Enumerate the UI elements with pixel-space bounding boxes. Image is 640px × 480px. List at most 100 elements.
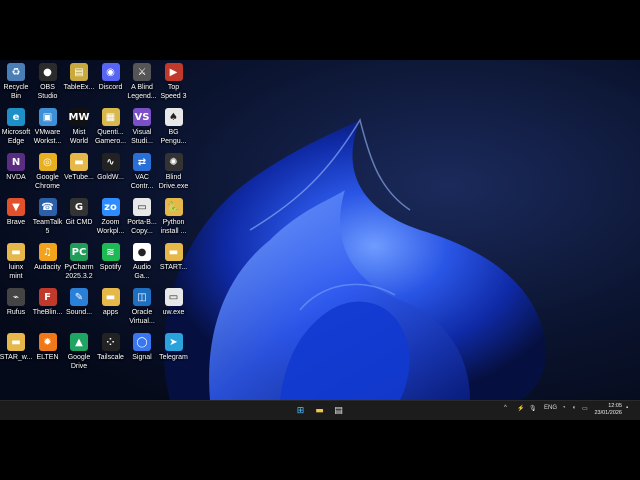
desktop-icon-label: Porta-B... Copy... (127, 219, 157, 235)
desktop-icon-brave[interactable]: ▼ Brave (0, 198, 33, 227)
desktop-icon-quentin[interactable]: ▦ Quenti... Gamero... (94, 108, 128, 146)
desktop-icon-elten[interactable]: ✹ ELTEN (31, 333, 65, 362)
desktop-icon-sound[interactable]: ✎ Sound... (62, 288, 96, 317)
desktop-icon-zoom[interactable]: zo Zoom Workpl... (94, 198, 128, 236)
desktop-icon-recycle-bin[interactable]: ♻ Recycle Bin (0, 63, 33, 101)
desktop-icon-label: Blind Drive.exe (158, 174, 189, 190)
desktop-icon-spotify[interactable]: ≋ Spotify (94, 243, 128, 272)
desktop-icon-label: Recycle Bin (3, 84, 29, 100)
desktop-icon-discord[interactable]: ◉ Discord (94, 63, 128, 92)
desktop-icon-teamtalk[interactable]: ☎ TeamTalk 5 (31, 198, 65, 236)
taskbar-clock[interactable]: 12:05 23/01/2026 (594, 403, 622, 417)
desktop-icon-git-cmd[interactable]: G Git CMD (62, 198, 96, 227)
desktop-icon-signal[interactable]: ◯ Signal (125, 333, 159, 362)
porta-bot-icon: ▭ (133, 198, 151, 216)
desktop-icon-linux-mint-folder[interactable]: ▬ luinx mint (0, 243, 33, 281)
desktop-icon-vmware[interactable]: ▣ VMware Workst... (31, 108, 65, 146)
desktop-icon-top-speed[interactable]: ▶ Top Speed 3 (157, 63, 191, 101)
vetube-folder-icon: ▬ (70, 153, 88, 171)
elten-icon: ✹ (38, 333, 57, 351)
desktop-screen: ♻ Recycle Bin ● OBS Studio ▤ TableEx... ◉ Disco… (0, 60, 640, 420)
desktop-icon-a-blind-legend[interactable]: ⚔ A Blind Legend... (125, 63, 159, 101)
desktop-icon-label: Visual Studi... (131, 129, 153, 145)
desktop-icon-tableex[interactable]: ▤ TableEx... (62, 63, 96, 92)
language-indicator[interactable]: ENG (544, 405, 557, 411)
nvda-icon: N (7, 153, 25, 171)
desktop-icon-start-folder[interactable]: ▬ START... (157, 243, 191, 272)
tray-app-icon[interactable]: ⚡ (517, 405, 524, 412)
desktop-icon-virtualbox[interactable]: ◫ Oracle Virtual... (125, 288, 159, 326)
desktop-icon-tailscale[interactable]: ⁘ Tailscale (94, 333, 128, 362)
file-explorer-button[interactable]: ▬ (313, 404, 326, 417)
desktop-icon-mist-world[interactable]: MW Mist World (62, 108, 96, 146)
start-folder-icon: ▬ (164, 243, 183, 261)
pinned-app-button[interactable]: ▤ (332, 404, 345, 417)
star-folder-icon: ▬ (7, 333, 25, 351)
desktop-icon-obs[interactable]: ● OBS Studio (31, 63, 65, 101)
linux-mint-folder-icon: ▬ (7, 243, 25, 261)
desktop-icon-visual-studio[interactable]: VS Visual Studi... (125, 108, 159, 146)
desktop-icon-vetube-folder[interactable]: ▬ VeTube... (62, 153, 96, 182)
desktop-icon-apps-folder[interactable]: ▬ apps (94, 288, 128, 317)
desktop-icon-nvda[interactable]: N NVDA (0, 153, 33, 182)
desktop-icon-label: Microsoft Edge (1, 129, 31, 145)
desktop-icon-pycharm[interactable]: PC PyCharm 2025.3.2 (62, 243, 96, 281)
desktop-icon-edge[interactable]: e Microsoft Edge (0, 108, 33, 146)
desktop-icon-the-blind[interactable]: F TheBlin... (31, 288, 65, 317)
desktop-icon-label: GoldW... (97, 174, 124, 181)
notification-icon[interactable]: ▪ (626, 405, 628, 411)
desktop-icon-label: Tailscale (97, 354, 124, 361)
desktop-icon-label: Google Chrome (35, 174, 60, 190)
desktop-icon-bg-penguin[interactable]: ♠ BG Pengu... (157, 108, 191, 146)
google-drive-icon: ▲ (70, 333, 88, 351)
desktop-icon-label: OBS Studio (37, 84, 58, 100)
desktop-icon-label: Sound... (65, 309, 93, 316)
desktop-icon-label: Brave (6, 219, 26, 226)
volume-icon[interactable]: ◖ (572, 405, 576, 411)
start-button[interactable]: ⊞ (294, 404, 307, 417)
zoom-icon: zo (101, 198, 120, 216)
microphone-icon[interactable]: 🎙 (529, 405, 537, 412)
desktop-icon-label: Quenti... Gamero... (94, 129, 127, 145)
desktop-icon-telegram[interactable]: ➤ Telegram (157, 333, 191, 362)
git-cmd-icon: G (70, 198, 88, 216)
desktop-icon-label: TeamTalk 5 (32, 219, 63, 235)
desktop-icon-label: uw.exe (162, 309, 185, 316)
rufus-icon: ⌁ (7, 288, 25, 306)
wifi-icon[interactable]: ◔ (562, 405, 566, 411)
desktop-icon-label: TheBlin... (32, 309, 63, 316)
desktop-icon-rufus[interactable]: ⌁ Rufus (0, 288, 33, 317)
desktop-icon-label: VMware Workst... (33, 129, 62, 145)
desktop-icon-vac-control[interactable]: ⇄ VAC Contr... (125, 153, 159, 191)
audacity-icon: ♫ (38, 243, 57, 261)
desktop-icon-python-install[interactable]: 🐍 Python install ... (157, 198, 191, 236)
desktop-icon-chrome[interactable]: ◎ Google Chrome (31, 153, 65, 191)
desktop-icon-audio-game[interactable]: ● Audio Ga... (125, 243, 159, 281)
discord-icon: ◉ (101, 63, 120, 81)
desktop-icon-blind-drive[interactable]: ✺ Blind Drive.exe (157, 153, 191, 191)
desktop-icon-google-drive[interactable]: ▲ Google Drive (62, 333, 96, 371)
desktop-icon-audacity[interactable]: ♫ Audacity (31, 243, 65, 272)
desktop-icon-label: NVDA (6, 174, 26, 181)
bg-penguin-icon: ♠ (164, 108, 183, 126)
teamtalk-icon: ☎ (38, 198, 57, 216)
battery-icon[interactable]: ▭ (582, 405, 588, 412)
spotify-icon: ≋ (101, 243, 120, 261)
desktop-icon-label: START... (159, 264, 188, 271)
desktop-icon-label: Zoom Workpl... (96, 219, 125, 235)
desktop-icon-label: Rufus (6, 309, 26, 316)
apps-folder-icon: ▬ (101, 288, 120, 306)
desktop-icon-goldwave[interactable]: ∿ GoldW... (94, 153, 128, 182)
desktop-icon-star-folder[interactable]: ▬ STAR_w... (0, 333, 33, 362)
brave-icon: ▼ (7, 198, 25, 216)
desktop-icon-label: Signal (132, 354, 152, 361)
tray-chevron-icon[interactable]: ^ (504, 405, 507, 411)
audio-game-icon: ● (133, 243, 151, 261)
desktop-icon-uw-exe[interactable]: ▭ uw.exe (157, 288, 191, 317)
desktop-icon-label: Python install ... (160, 219, 187, 235)
the-blind-icon: F (38, 288, 57, 306)
a-blind-legend-icon: ⚔ (133, 63, 151, 81)
desktop-icon-label: Top Speed 3 (160, 84, 187, 100)
desktop-icon-porta-bot[interactable]: ▭ Porta-B... Copy... (125, 198, 159, 236)
desktop-icon-label: VAC Contr... (130, 174, 154, 190)
